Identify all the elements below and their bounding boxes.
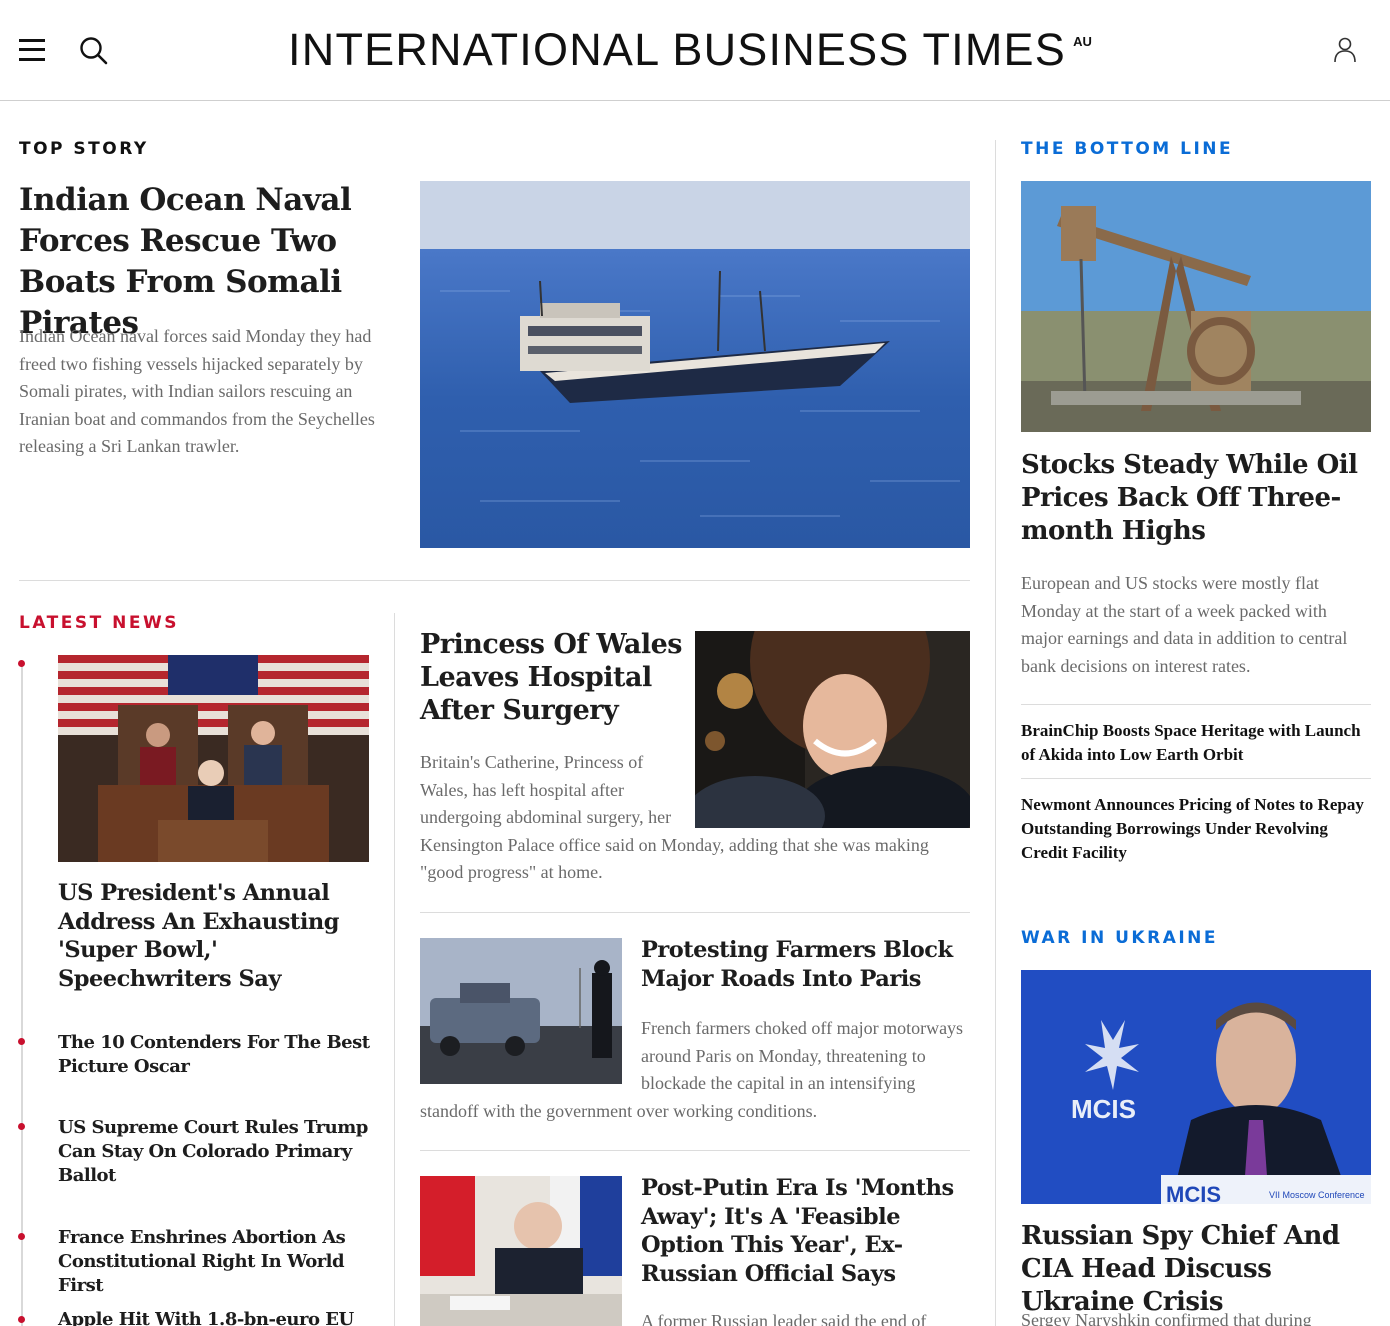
- top-story-dek: Indian Ocean naval forces said Monday th…: [19, 326, 375, 456]
- oil-pumpjack-photo: [1021, 181, 1371, 432]
- timeline-line: [21, 664, 23, 1326]
- latest-lead-image[interactable]: [58, 655, 369, 862]
- mcis-logo-text: MCIS: [1071, 1094, 1136, 1124]
- latest-column-divider: [394, 613, 395, 1326]
- right-divider: [1021, 704, 1371, 705]
- putin-story-headline[interactable]: Post-Putin Era Is 'Months Away'; It's A …: [641, 1174, 961, 1288]
- middle-divider: [420, 1150, 970, 1151]
- section-label-top-story: TOP STORY: [19, 139, 149, 159]
- putin-story-image[interactable]: [420, 1176, 622, 1326]
- top-story-image[interactable]: [420, 181, 970, 548]
- mcis-podium-text: MCIS: [1166, 1182, 1221, 1204]
- latest-news-item[interactable]: Apple Hit With 1.8-bn-euro EU: [58, 1308, 378, 1326]
- logo-text: INTERNATIONAL BUSINESS TIMES: [288, 24, 1066, 75]
- putin-story-dek: A former Russian leader said the end of: [641, 1311, 927, 1326]
- ukraine-story-image[interactable]: MCIS MCIS VII Moscow Conference: [1021, 970, 1371, 1204]
- latest-news-item[interactable]: The 10 Contenders For The Best Picture O…: [58, 1031, 378, 1079]
- latest-news-item[interactable]: US Supreme Court Rules Trump Can Stay On…: [58, 1116, 378, 1188]
- princess-story-headline[interactable]: Princess Of Wales Leaves Hospital After …: [420, 628, 690, 727]
- fishing-boat-photo: [420, 181, 970, 548]
- site-header: INTERNATIONAL BUSINESS TIMES AU: [0, 0, 1390, 101]
- ukraine-story-headline[interactable]: Russian Spy Chief And CIA Head Discuss U…: [1021, 1220, 1381, 1319]
- edition-badge: AU: [1073, 34, 1092, 49]
- latest-news-item[interactable]: France Enshrines Abortion As Constitutio…: [58, 1226, 378, 1298]
- conference-text: VII Moscow Conference: [1269, 1190, 1365, 1200]
- farmers-story-dek-wrap: French farmers choked off major motorway…: [420, 1015, 970, 1125]
- bottom-line-link[interactable]: BrainChip Boosts Space Heritage with Lau…: [1021, 719, 1371, 767]
- timeline-dot: [18, 660, 25, 667]
- ukraine-story-dek: Sergey Naryshkin confirmed that during: [1021, 1310, 1312, 1326]
- timeline-dot: [18, 1316, 25, 1323]
- section-label-bottom-line: THE BOTTOM LINE: [1021, 139, 1234, 159]
- state-of-union-photo: [58, 655, 369, 862]
- section-label-war-in-ukraine: WAR IN UKRAINE: [1021, 928, 1219, 948]
- top-story-divider: [19, 580, 970, 581]
- top-story-headline[interactable]: Indian Ocean Naval Forces Rescue Two Boa…: [19, 180, 404, 344]
- timeline-dot: [18, 1038, 25, 1045]
- user-account-icon[interactable]: [1332, 36, 1358, 64]
- oil-story-headline[interactable]: Stocks Steady While Oil Prices Back Off …: [1021, 449, 1371, 548]
- latest-lead-headline[interactable]: US President's Annual Address An Exhaust…: [58, 879, 369, 993]
- putin-photo: [420, 1176, 622, 1326]
- oil-story-dek: European and US stocks were mostly flat …: [1021, 573, 1348, 676]
- middle-divider: [420, 912, 970, 913]
- timeline-dot: [18, 1123, 25, 1130]
- timeline-dot: [18, 1233, 25, 1240]
- section-label-latest-news: LATEST NEWS: [19, 613, 179, 633]
- right-divider: [1021, 778, 1371, 779]
- spy-chief-photo: MCIS MCIS VII Moscow Conference: [1021, 970, 1371, 1204]
- site-logo[interactable]: INTERNATIONAL BUSINESS TIMES AU: [0, 24, 1390, 76]
- bottom-line-link[interactable]: Newmont Announces Pricing of Notes to Re…: [1021, 793, 1371, 865]
- right-column-divider: [995, 140, 996, 1326]
- princess-story-dek-wrap: Britain's Catherine, Princess of Wales, …: [420, 749, 970, 887]
- oil-story-image[interactable]: [1021, 181, 1371, 432]
- farmers-story-headline[interactable]: Protesting Farmers Block Major Roads Int…: [641, 936, 961, 993]
